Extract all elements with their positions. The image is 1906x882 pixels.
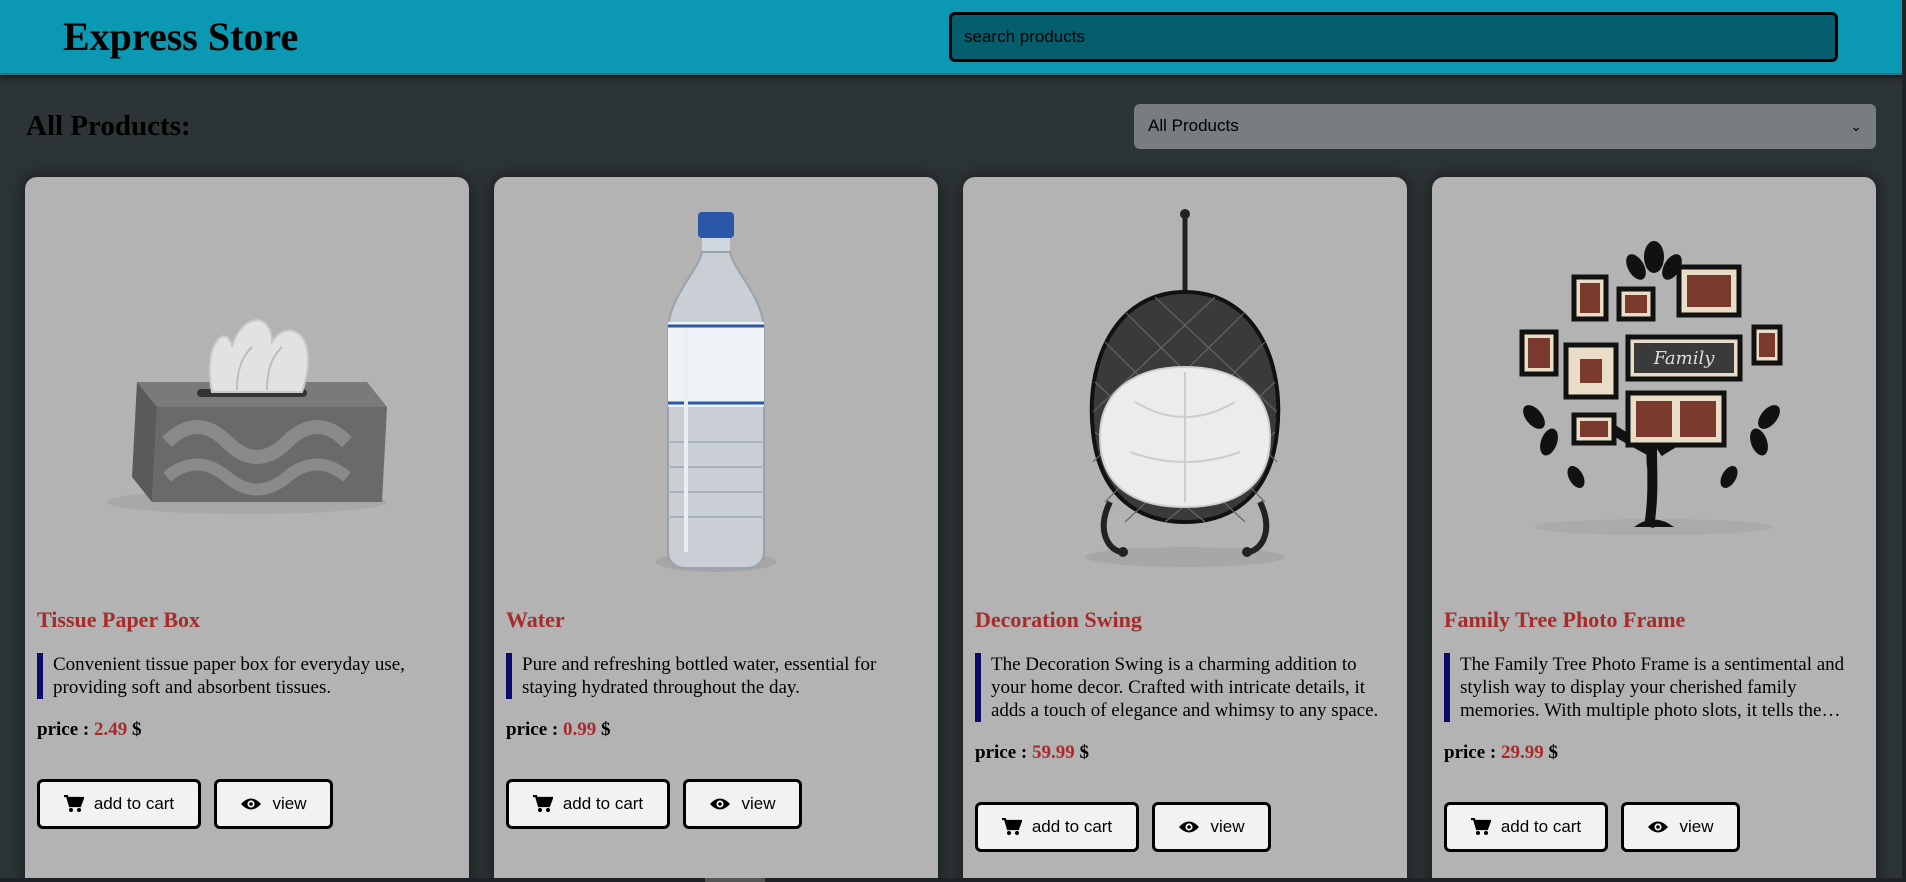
price-amount: 2.49 [93, 719, 128, 740]
product-card: Tissue Paper Box Convenient tissue paper… [25, 177, 469, 882]
product-title[interactable]: Water [506, 607, 926, 641]
price-label: price : [37, 719, 90, 740]
cart-icon [1470, 818, 1491, 836]
price-amount: 29.99 [1500, 742, 1544, 763]
eye-icon [240, 797, 262, 811]
product-price: price : 2.49 $ [37, 719, 457, 741]
product-description: Pure and refreshing bottled water, essen… [506, 653, 926, 699]
view-label: view [741, 794, 776, 813]
add-to-cart-button[interactable]: add to cart [506, 779, 670, 829]
product-actions: add to cart view [1444, 802, 1864, 852]
horizontal-scrollbar-thumb[interactable] [705, 878, 765, 882]
search-input[interactable] [949, 11, 1838, 62]
products-toolbar: All Products: All Products ⌄ [0, 75, 1906, 177]
product-card: Water Pure and refreshing bottled water,… [494, 177, 938, 882]
cart-icon [1001, 818, 1022, 836]
price-label: price : [1444, 742, 1497, 763]
add-to-cart-label: add to cart [1031, 817, 1113, 836]
product-title[interactable]: Family Tree Photo Frame [1444, 607, 1864, 641]
product-card: Family Family Tree Photo Frame The Famil… [1432, 177, 1876, 882]
add-to-cart-label: add to cart [93, 794, 175, 813]
cart-icon [532, 795, 553, 813]
cart-icon [63, 795, 84, 813]
price-label: price : [975, 742, 1028, 763]
view-label: view [1210, 817, 1245, 836]
price-currency: $ [1548, 742, 1558, 763]
add-to-cart-label: add to cart [1500, 817, 1582, 836]
category-select-value: All Products [1148, 116, 1239, 135]
add-to-cart-label: add to cart [562, 794, 644, 813]
product-actions: add to cart view [37, 779, 457, 829]
page-title: All Products: [26, 109, 191, 142]
product-card: Decoration Swing The Decoration Swing is… [963, 177, 1407, 882]
horizontal-scrollbar[interactable] [0, 878, 1906, 882]
vertical-scrollbar[interactable] [1902, 0, 1906, 882]
add-to-cart-button[interactable]: add to cart [37, 779, 201, 829]
view-button[interactable]: view [1621, 802, 1740, 852]
price-currency: $ [1079, 742, 1089, 763]
view-button[interactable]: view [1152, 802, 1271, 852]
view-button[interactable]: view [683, 779, 802, 829]
product-price: price : 29.99 $ [1444, 742, 1864, 764]
price-label: price : [506, 719, 559, 740]
product-image-family-tree-frame[interactable]: Family [1444, 177, 1864, 607]
chevron-down-icon: ⌄ [1850, 117, 1862, 134]
eye-icon [1178, 820, 1200, 834]
top-navbar: Express Store [0, 0, 1906, 75]
eye-icon [709, 797, 731, 811]
product-price: price : 59.99 $ [975, 742, 1395, 764]
product-actions: add to cart view [975, 802, 1395, 852]
product-title[interactable]: Decoration Swing [975, 607, 1395, 641]
view-label: view [1679, 817, 1714, 836]
product-grid: Tissue Paper Box Convenient tissue paper… [0, 177, 1906, 882]
product-title[interactable]: Tissue Paper Box [37, 607, 457, 641]
product-actions: add to cart view [506, 779, 926, 829]
category-select[interactable]: All Products ⌄ [1134, 103, 1876, 149]
view-button[interactable]: view [214, 779, 333, 829]
product-image-decoration-swing[interactable] [975, 177, 1395, 607]
product-description: The Decoration Swing is a charming addit… [975, 653, 1395, 722]
eye-icon [1647, 820, 1669, 834]
add-to-cart-button[interactable]: add to cart [1444, 802, 1608, 852]
price-currency: $ [131, 719, 142, 740]
frame-family-text: Family [1653, 348, 1716, 369]
view-label: view [272, 794, 307, 813]
price-currency: $ [600, 719, 611, 740]
product-description: Convenient tissue paper box for everyday… [37, 653, 457, 699]
add-to-cart-button[interactable]: add to cart [975, 802, 1139, 852]
price-amount: 59.99 [1031, 742, 1075, 763]
store-logo-text[interactable]: Express Store [63, 13, 298, 60]
product-price: price : 0.99 $ [506, 719, 926, 741]
product-description: The Family Tree Photo Frame is a sentime… [1444, 653, 1864, 722]
product-image-water-bottle[interactable] [506, 177, 926, 607]
product-image-tissue-box[interactable] [37, 177, 457, 607]
price-amount: 0.99 [562, 719, 597, 740]
